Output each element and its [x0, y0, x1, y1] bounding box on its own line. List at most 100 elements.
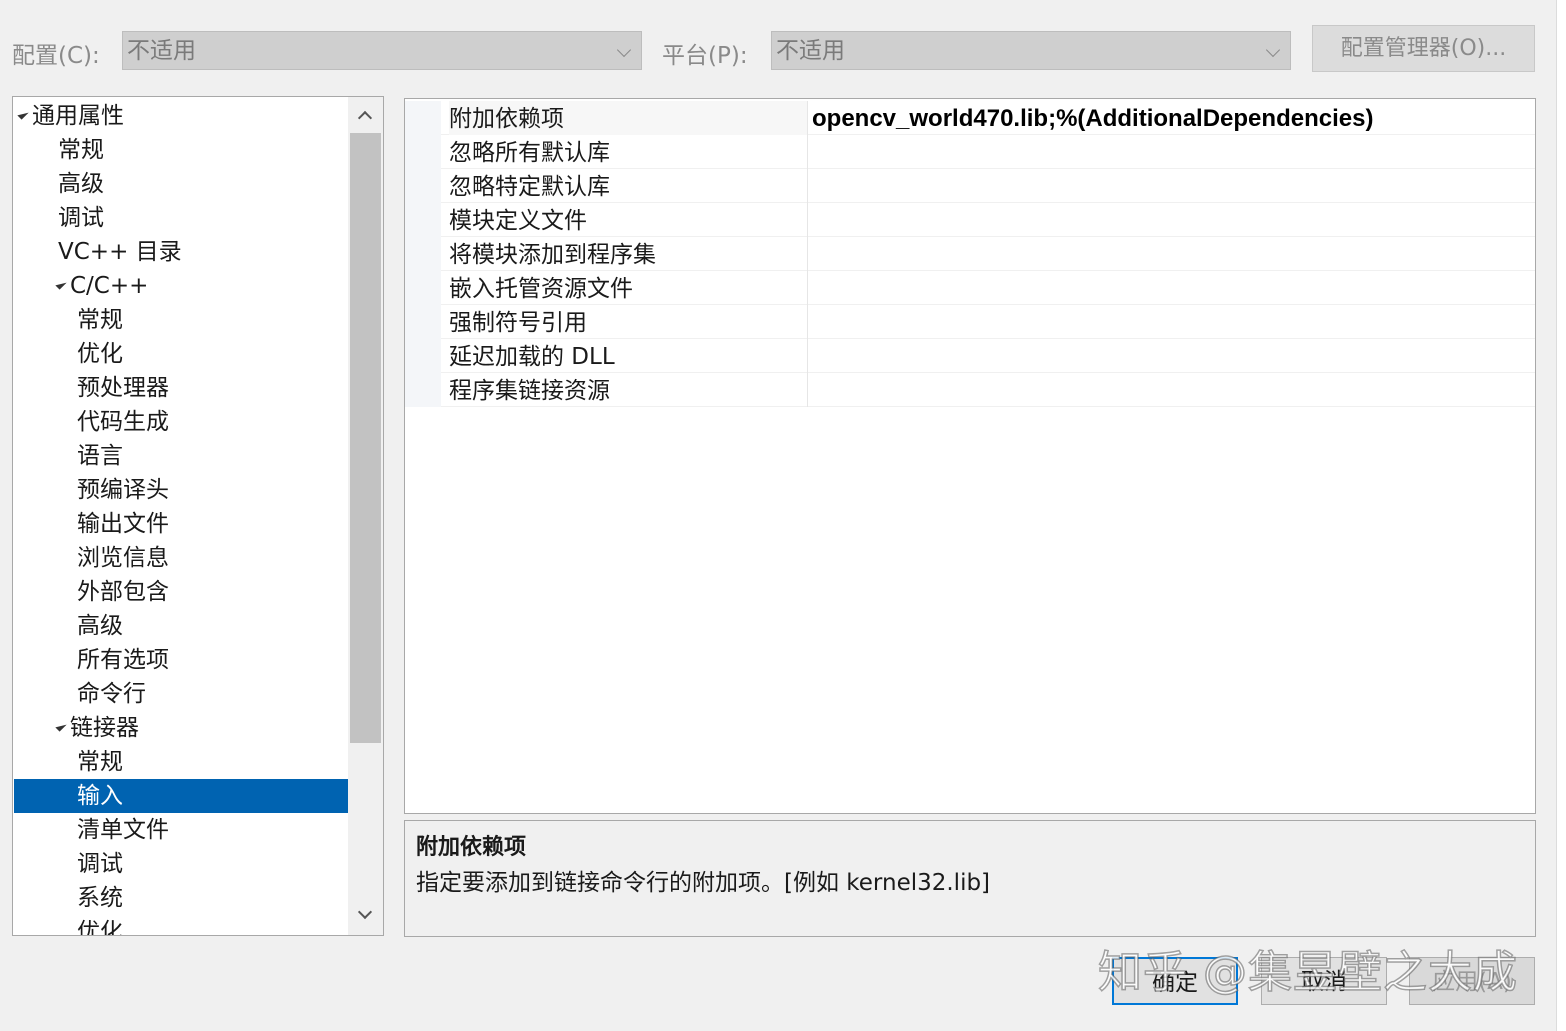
tree-item[interactable]: 常规: [14, 303, 348, 337]
tree-item[interactable]: C/C++: [14, 269, 348, 303]
row-gutter: [405, 169, 441, 203]
tree-item-label: 优化: [77, 919, 123, 936]
tree-item[interactable]: 通用属性: [14, 99, 348, 133]
config-value: 不适用: [127, 38, 196, 64]
scrollbar-thumb[interactable]: [350, 133, 381, 743]
property-name: 忽略所有默认库: [449, 140, 610, 166]
tree-item-label: VC++ 目录: [58, 239, 182, 265]
row-gutter: [405, 101, 441, 135]
row-gutter: [405, 271, 441, 305]
chevron-down-icon: [1265, 42, 1281, 58]
property-name: 强制符号引用: [449, 310, 587, 336]
description-text: 指定要添加到链接命令行的附加项。[例如 kernel32.lib]: [416, 870, 991, 896]
row-gutter: [405, 373, 441, 407]
property-row[interactable]: 强制符号引用: [405, 305, 1535, 339]
property-name: 将模块添加到程序集: [449, 242, 656, 268]
config-dropdown[interactable]: 不适用: [122, 31, 642, 70]
tree-scrollbar[interactable]: [348, 97, 383, 935]
expand-triangle-icon[interactable]: [17, 107, 29, 120]
tree-item-label: 语言: [77, 443, 123, 469]
tree-item-label: 浏览信息: [77, 545, 169, 571]
property-row[interactable]: 嵌入托管资源文件: [405, 271, 1535, 305]
tree-item-label: 代码生成: [77, 409, 169, 435]
property-row[interactable]: 延迟加载的 DLL: [405, 339, 1535, 373]
tree-item[interactable]: 浏览信息: [14, 541, 348, 575]
property-value[interactable]: [807, 135, 1535, 169]
tree-item-label: 高级: [77, 613, 123, 639]
tree-item[interactable]: 外部包含: [14, 575, 348, 609]
tree-item[interactable]: 高级: [14, 167, 348, 201]
tree-item[interactable]: 优化: [14, 915, 348, 936]
platform-value: 不适用: [776, 38, 845, 64]
tree-item-label: 通用属性: [32, 103, 124, 129]
property-row[interactable]: 忽略特定默认库: [405, 169, 1535, 203]
tree-item[interactable]: 代码生成: [14, 405, 348, 439]
tree-item-label: 常规: [77, 749, 123, 775]
tree-item[interactable]: 输出文件: [14, 507, 348, 541]
tree-item-label: 系统: [77, 885, 123, 911]
description-title: 附加依赖项: [416, 835, 527, 860]
scroll-down-icon[interactable]: [357, 904, 373, 920]
property-name: 程序集链接资源: [449, 378, 610, 404]
property-row[interactable]: 忽略所有默认库: [405, 135, 1535, 169]
platform-dropdown[interactable]: 不适用: [771, 31, 1291, 70]
chevron-down-icon: [616, 42, 632, 58]
tree-item-label: 常规: [58, 137, 104, 163]
tree-item[interactable]: 常规: [14, 745, 348, 779]
tree-item[interactable]: 所有选项: [14, 643, 348, 677]
tree-item-label: 链接器: [70, 715, 139, 741]
property-value[interactable]: [807, 305, 1535, 339]
property-value[interactable]: [807, 237, 1535, 271]
property-name: 附加依赖项: [449, 101, 807, 135]
property-value[interactable]: opencv_world470.lib;%(AdditionalDependen…: [807, 101, 1535, 135]
property-row[interactable]: 模块定义文件: [405, 203, 1535, 237]
row-gutter: [405, 339, 441, 373]
tree-item[interactable]: 命令行: [14, 677, 348, 711]
tree-item[interactable]: 调试: [14, 201, 348, 235]
tree-item[interactable]: 预编译头: [14, 473, 348, 507]
scroll-up-icon[interactable]: [357, 110, 373, 126]
property-row[interactable]: 附加依赖项 opencv_world470.lib;%(AdditionalDep…: [405, 101, 1535, 135]
row-gutter: [405, 237, 441, 271]
tree-item-label: 常规: [77, 307, 123, 333]
property-row[interactable]: 程序集链接资源: [405, 373, 1535, 407]
property-name: 延迟加载的 DLL: [449, 344, 615, 370]
tree-item[interactable]: 常规: [14, 133, 348, 167]
config-manager-button[interactable]: 配置管理器(O)...: [1312, 25, 1535, 72]
tree-item-label: 所有选项: [77, 647, 169, 673]
expand-triangle-icon[interactable]: [55, 277, 67, 290]
tree-item[interactable]: 调试: [14, 847, 348, 881]
tree-item[interactable]: 预处理器: [14, 371, 348, 405]
property-name: 忽略特定默认库: [449, 174, 610, 200]
tree-item[interactable]: 优化: [14, 337, 348, 371]
window-edge: [1556, 0, 1566, 1031]
property-tree: 通用属性 常规 高级 调试 VC++ 目录 C/C++ 常规 优化 预处理器 代码生成 语言 预编译头…: [12, 96, 384, 936]
tree-item[interactable]: 系统: [14, 881, 348, 915]
property-value[interactable]: [807, 203, 1535, 237]
config-label: 配置(C):: [12, 43, 100, 69]
tree-item[interactable]: 链接器: [14, 711, 348, 745]
expand-triangle-icon[interactable]: [55, 719, 67, 732]
tree-item-label: 外部包含: [77, 579, 169, 605]
tree-item[interactable]: 高级: [14, 609, 348, 643]
tree-item-label: 调试: [77, 851, 123, 877]
property-value[interactable]: [807, 339, 1535, 373]
tree-item-label: 输入: [77, 783, 123, 809]
watermark: 知乎 @集昱壁之大成: [1097, 946, 1518, 999]
tree-item[interactable]: 清单文件: [14, 813, 348, 847]
tree-item-label: 清单文件: [77, 817, 169, 843]
property-value[interactable]: [807, 271, 1535, 305]
tree-item-label: 调试: [58, 205, 104, 231]
tree-item-label: 预处理器: [77, 375, 169, 401]
tree-item-label: 输出文件: [77, 511, 169, 537]
tree-item[interactable]: 输入: [14, 779, 348, 813]
tree-item-label: C/C++: [70, 273, 149, 299]
row-gutter: [405, 203, 441, 237]
tree-item[interactable]: VC++ 目录: [14, 235, 348, 269]
property-row[interactable]: 将模块添加到程序集: [405, 237, 1535, 271]
tree-item[interactable]: 语言: [14, 439, 348, 473]
row-gutter: [405, 135, 441, 169]
property-value[interactable]: [807, 169, 1535, 203]
tree-item-label: 高级: [58, 171, 104, 197]
property-value[interactable]: [807, 373, 1535, 407]
